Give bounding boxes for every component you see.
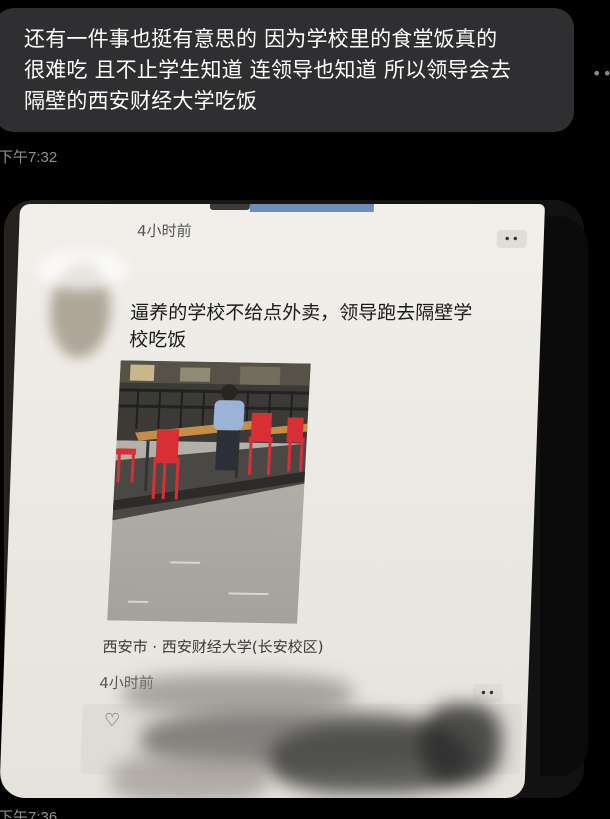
screen-smudge [36,250,129,290]
more-dots-icon: •• [472,684,504,702]
post-time: 4小时前 [136,222,192,240]
more-horizontal-icon[interactable]: •• [592,64,610,83]
attached-photo[interactable]: 4小时前 •• 逼养的学校不给点外卖，领导跑去隔壁学 校吃饭 西安市 · 西安财… [0,196,610,806]
post-title-line: 逼养的学校不给点外卖，领导跑去隔壁学 [129,302,473,324]
cropped-image-edge [209,204,251,210]
canteen-photo-image [107,360,311,624]
message-bubble[interactable]: 还有一件事也挺有意思的 因为学校里的食堂饭真的 很难吃 且不止学生知道 连领导也… [0,8,574,132]
message-timestamp: 下午7:32 [0,149,58,166]
message-line: 还有一件事也挺有意思的 因为学校里的食堂饭真的 [24,27,498,51]
heart-outline-icon: ♡ [103,710,121,731]
post-title-line: 校吃饭 [128,329,187,351]
cropped-image-edge [249,204,375,212]
post-title: 逼养的学校不给点外卖，领导跑去隔壁学 校吃饭 [129,300,531,354]
more-dots-icon: •• [496,230,528,248]
post-location: 西安市 · 西安财经大学(长安校区) [102,638,324,656]
censor-blur [419,704,503,784]
message-line: 隔壁的西安财经大学吃饭 [24,89,258,113]
phone-screen: 4小时前 •• 逼养的学校不给点外卖，领导跑去隔壁学 校吃饭 西安市 · 西安财… [0,204,545,798]
phone-edge [540,216,588,776]
message-line: 很难吃 且不止学生知道 连领导也知道 所以领导会去 [24,58,512,82]
canteen-photo [107,360,311,624]
censor-blur [122,674,354,714]
censor-blur [109,754,271,798]
message-timestamp: 下午7:36 [0,809,58,819]
message-text: 还有一件事也挺有意思的 因为学校里的食堂饭真的 很难吃 且不止学生知道 连领导也… [24,24,560,117]
chat-view: 还有一件事也挺有意思的 因为学校里的食堂饭真的 很难吃 且不止学生知道 连领导也… [0,0,610,819]
